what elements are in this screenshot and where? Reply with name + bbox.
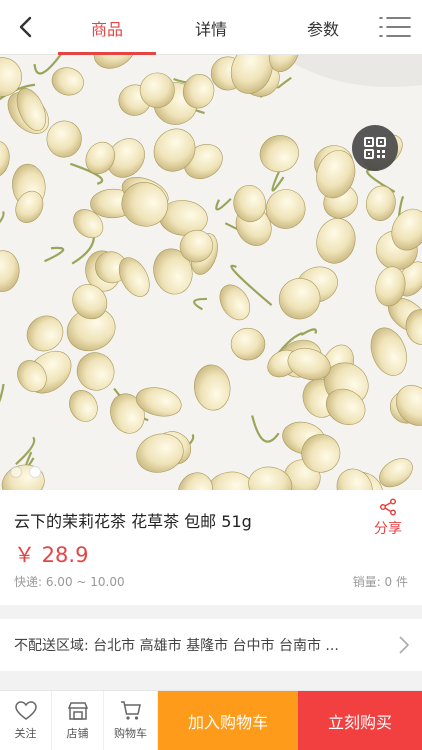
tab-product[interactable]: 商品: [58, 0, 156, 55]
carousel-indicator: [10, 466, 60, 478]
product-info-card: 云下的茉莉花茶 花草茶 包邮 51g 分享 ￥ 28.9 快递: 6.00 ~ …: [0, 490, 422, 605]
tab-detail[interactable]: 详情: [162, 0, 260, 55]
follow-button[interactable]: 关注: [0, 691, 52, 750]
share-label: 分享: [374, 521, 402, 537]
delivery-restriction-row[interactable]: 不配送区域: 台北市 高雄市 基隆市 台中市 台南市 ...: [0, 619, 422, 671]
shop-button[interactable]: 店铺: [52, 691, 104, 750]
tab-params[interactable]: 参数: [274, 0, 372, 55]
top-bar: 商品 详情 参数: [0, 0, 422, 55]
cart-label: 购物车: [114, 726, 147, 740]
menu-button[interactable]: [378, 12, 412, 42]
share-icon: [379, 498, 397, 516]
add-to-cart-button[interactable]: 加入购物车: [158, 691, 298, 750]
carousel-dot-active[interactable]: [29, 466, 41, 478]
menu-icon: [379, 17, 411, 37]
buy-now-button[interactable]: 立刻购买: [298, 691, 422, 750]
chevron-right-icon: [399, 636, 410, 654]
back-icon: [19, 16, 32, 38]
delivery-restriction-text: 不配送区域: 台北市 高雄市 基隆市 台中市 台南市 ...: [14, 638, 339, 654]
product-price: ￥ 28.9: [14, 543, 89, 567]
product-title: 云下的茉莉花茶 花草茶 包邮 51g: [14, 512, 252, 531]
carousel-dot[interactable]: [10, 466, 22, 478]
shopping-cart-icon: [120, 700, 141, 720]
back-button[interactable]: [10, 12, 40, 42]
heart-icon: [14, 700, 37, 720]
bottom-action-bar: 关注 店铺 购物车 加入购物车 立刻购买: [0, 690, 422, 750]
follow-label: 关注: [14, 726, 37, 740]
qr-code-button[interactable]: [352, 125, 398, 171]
product-image-carousel[interactable]: [0, 55, 422, 490]
product-image: [0, 55, 422, 490]
cart-button[interactable]: 购物车: [104, 691, 158, 750]
shop-icon: [67, 701, 88, 720]
sales-count: 销量: 0 件: [352, 575, 408, 589]
qr-code-icon: [364, 137, 386, 159]
shop-label: 店铺: [66, 726, 89, 740]
shipping-fee: 快递: 6.00 ~ 10.00: [14, 575, 125, 589]
share-button[interactable]: 分享: [368, 498, 408, 538]
